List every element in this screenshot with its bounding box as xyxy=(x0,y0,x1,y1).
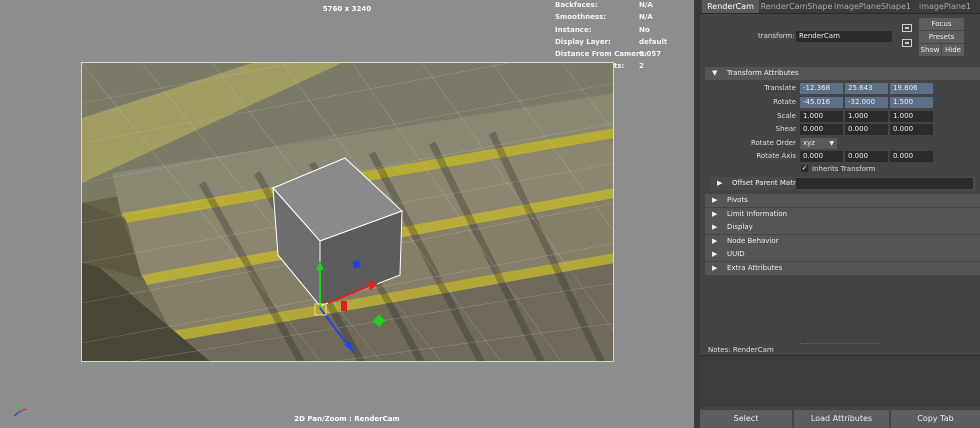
inherits-transform-checkbox[interactable]: ✓ xyxy=(801,165,808,172)
hud-row-instance: Instance: No xyxy=(555,26,650,34)
tab-divider xyxy=(700,13,980,14)
camera-resolution-gate[interactable] xyxy=(81,62,614,362)
shear-label: Shear xyxy=(775,125,796,133)
transform-name-field[interactable]: RenderCam xyxy=(796,31,892,42)
pivots-section[interactable]: ▶ Pivots xyxy=(705,194,980,207)
section-title: Limit Information xyxy=(727,210,788,218)
rotate-axis-label: Rotate Axis xyxy=(756,152,796,160)
transform-label: transform: xyxy=(758,32,795,40)
hud-row-display-layer: Display Layer: default xyxy=(555,38,668,46)
expand-right-icon: ▶ xyxy=(717,179,723,187)
expand-right-icon: ▶ xyxy=(712,210,718,218)
translate-label: Translate xyxy=(764,84,796,92)
expand-right-icon: ▶ xyxy=(712,196,718,204)
rotate-axis-z-field[interactable]: 0.000 xyxy=(890,151,933,162)
hide-button[interactable]: Hide xyxy=(942,44,964,56)
node-tab-bar: RenderCam RenderCamShape imagePlaneShape… xyxy=(700,0,980,14)
scale-label: Scale xyxy=(777,112,796,120)
expand-right-icon: ▶ xyxy=(712,237,718,245)
shear-xz-field[interactable]: 0.000 xyxy=(845,124,888,135)
tab-imageplane1[interactable]: imagePlane1 xyxy=(912,0,978,13)
tab-rendercam[interactable]: RenderCam xyxy=(702,0,759,13)
offset-parent-matrix-field[interactable] xyxy=(796,178,973,189)
translate-y-field[interactable]: 25.643 xyxy=(845,83,888,94)
translate-x-field[interactable]: -12.368 xyxy=(800,83,843,94)
shear-yz-field[interactable]: 0.000 xyxy=(890,124,933,135)
expand-down-icon: ▼ xyxy=(712,69,718,77)
tab-rendercamshape[interactable]: RenderCamShape xyxy=(760,0,833,13)
rotate-order-label: Rotate Order xyxy=(750,139,796,147)
tab-imageplaneshape1[interactable]: imagePlaneShape1 xyxy=(834,0,911,13)
hud-row-backfaces: Backfaces: N/A xyxy=(555,1,653,9)
camera-name-label: 2D Pan/Zoom : RenderCam xyxy=(294,415,400,423)
inherits-transform-label: Inherits Transform xyxy=(812,165,876,173)
uuid-section[interactable]: ▶ UUID xyxy=(705,248,980,261)
hud-row-distance-from-camera: Distance From Camera: 0.057 xyxy=(555,50,662,58)
hud-row-smoothness: Smoothness: N/A xyxy=(555,13,653,21)
display-section[interactable]: ▶ Display xyxy=(705,221,980,234)
load-attributes-button[interactable]: Load Attributes xyxy=(794,410,889,428)
show-button[interactable]: Show xyxy=(919,44,941,56)
scene-render xyxy=(82,63,613,361)
presets-button[interactable]: Presets xyxy=(919,31,964,43)
transform-attributes-header[interactable]: ▼ Transform Attributes xyxy=(705,67,980,80)
section-title: Node Behavior xyxy=(727,237,779,245)
rotate-order-value: xyz xyxy=(803,139,815,147)
section-title: Extra Attributes xyxy=(727,264,783,272)
rotate-axis-x-field[interactable]: 0.000 xyxy=(800,151,843,162)
node-behavior-section[interactable]: ▶ Node Behavior xyxy=(705,235,980,248)
rotate-label: Rotate xyxy=(773,98,796,106)
copy-tab-button[interactable]: Copy Tab xyxy=(891,410,980,428)
view-axis-icon xyxy=(13,403,27,417)
section-title: Pivots xyxy=(727,196,748,204)
viewport-panel[interactable]: 5760 x 3240 Backfaces: N/A Smoothness: N/A… xyxy=(0,0,694,428)
expand-right-icon: ▶ xyxy=(712,223,718,231)
notes-textarea[interactable] xyxy=(700,355,980,407)
scale-x-field[interactable]: 1.000 xyxy=(800,111,843,122)
notes-label: Notes: RenderCam xyxy=(708,346,774,354)
focus-button[interactable]: Focus xyxy=(919,18,964,30)
expand-right-icon: ▶ xyxy=(712,250,718,258)
attribute-editor: RenderCam RenderCamShape imagePlaneShape… xyxy=(700,0,980,428)
translate-z-field[interactable]: 19.806 xyxy=(890,83,933,94)
rotate-y-field[interactable]: -32.000 xyxy=(845,97,888,108)
input-connection-icon[interactable] xyxy=(902,24,912,32)
output-connection-icon[interactable] xyxy=(902,39,912,47)
scale-z-field[interactable]: 1.000 xyxy=(890,111,933,122)
notes-prefix: Notes: xyxy=(708,346,731,354)
rotate-z-field[interactable]: 1.500 xyxy=(890,97,933,108)
section-title: Display xyxy=(727,223,753,231)
rotate-order-dropdown[interactable]: xyz ▼ xyxy=(800,138,837,149)
rotate-axis-y-field[interactable]: 0.000 xyxy=(845,151,888,162)
section-title: Offset Parent Matrix xyxy=(732,179,802,187)
chevron-down-icon: ▼ xyxy=(829,140,834,147)
notes-drag-handle[interactable] xyxy=(800,343,880,344)
limit-information-section[interactable]: ▶ Limit Information xyxy=(705,208,980,221)
select-button[interactable]: Select xyxy=(700,410,792,428)
rotate-x-field[interactable]: -45.016 xyxy=(800,97,843,108)
scale-y-field[interactable]: 1.000 xyxy=(845,111,888,122)
expand-right-icon: ▶ xyxy=(712,264,718,272)
section-title: UUID xyxy=(727,250,745,258)
notes-node-name: RenderCam xyxy=(732,346,774,354)
section-title: Transform Attributes xyxy=(727,69,799,77)
shear-xy-field[interactable]: 0.000 xyxy=(800,124,843,135)
extra-attributes-section[interactable]: ▶ Extra Attributes xyxy=(705,262,980,275)
